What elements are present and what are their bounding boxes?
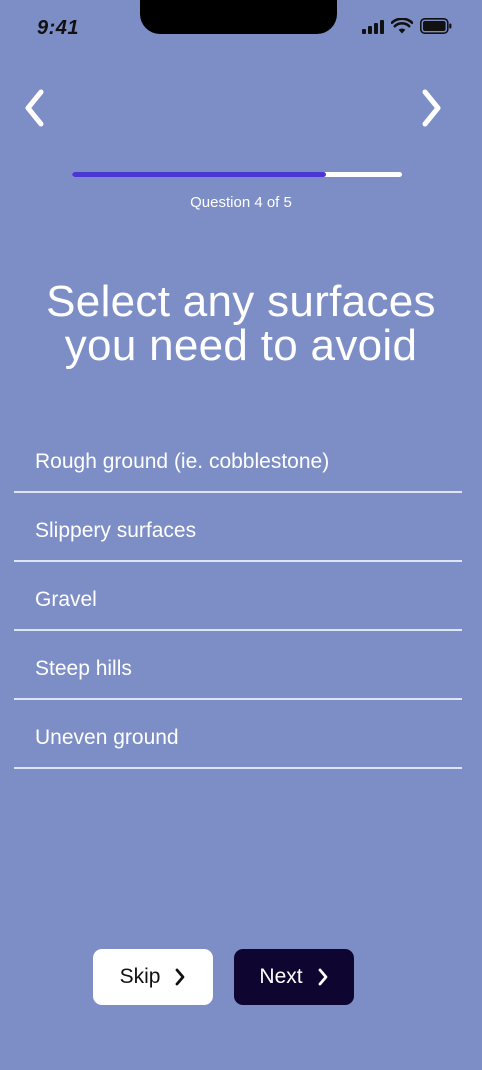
option-label: Rough ground (ie. cobblestone) (35, 450, 330, 473)
progress-bar-fill (72, 172, 327, 177)
chevron-right-icon (176, 968, 185, 986)
surface-options-list: Rough ground (ie. cobblestone) Slippery … (14, 424, 462, 769)
skip-button[interactable]: Skip (93, 949, 213, 1005)
question-title-line-2: you need to avoid (64, 321, 418, 370)
forward-button[interactable] (408, 86, 452, 130)
option-label: Slippery surfaces (35, 519, 197, 542)
option-slippery-surfaces[interactable]: Slippery surfaces (14, 493, 462, 562)
option-steep-hills[interactable]: Steep hills (14, 631, 462, 700)
option-label: Steep hills (35, 657, 132, 680)
survey-screen: 9:41 Question 4 of 5 Select any surfaces… (0, 0, 482, 1070)
status-time: 9:41 (37, 17, 80, 39)
back-button[interactable] (14, 86, 58, 130)
device-notch (140, 0, 337, 34)
progress-label: Question 4 of 5 (190, 194, 292, 211)
question-title-line-1: Select any surfaces (46, 277, 436, 326)
chevron-left-icon (25, 89, 44, 127)
chevron-right-icon (318, 968, 327, 986)
option-label: Gravel (35, 588, 97, 611)
chevron-right-icon (422, 89, 441, 127)
option-gravel[interactable]: Gravel (14, 562, 462, 631)
question-title: Select any surfaces you need to avoid (0, 280, 482, 368)
wifi-icon (391, 18, 413, 34)
option-uneven-ground[interactable]: Uneven ground (14, 700, 462, 769)
status-icons (362, 18, 452, 34)
signal-icon (362, 18, 384, 34)
skip-button-label: Skip (119, 965, 161, 988)
next-button-label: Next (259, 965, 303, 988)
battery-icon (420, 18, 452, 34)
next-button[interactable]: Next (234, 949, 354, 1005)
option-label: Uneven ground (35, 726, 179, 749)
progress-bar (72, 172, 402, 177)
option-rough-ground[interactable]: Rough ground (ie. cobblestone) (14, 424, 462, 493)
